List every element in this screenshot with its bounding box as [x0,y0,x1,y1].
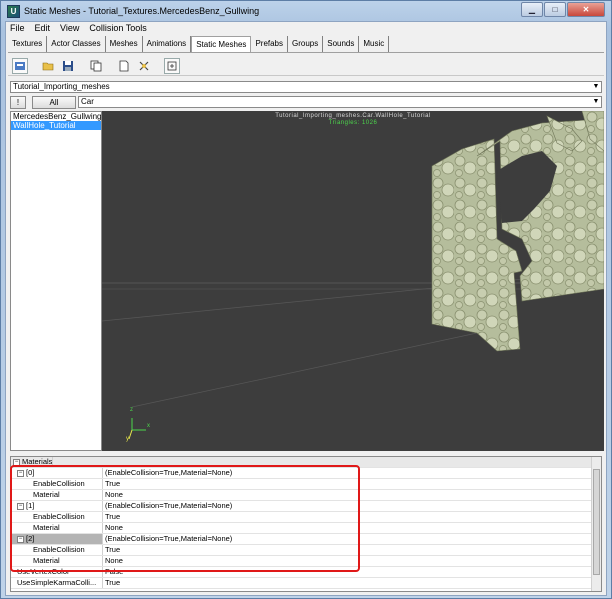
chevron-down-icon[interactable]: ▼ [591,82,601,92]
browser-tabs: Textures Actor Classes Meshes Animations… [8,36,604,53]
property-name: [2] [26,534,35,543]
mesh-list[interactable]: MercedesBenz_Gullwing WallHole_Tutorial [10,111,102,451]
mesh-viewport[interactable]: Tutorial_Importing_meshes.Car.WallHole_T… [102,111,604,451]
property-name: Materials [22,457,53,466]
property-name: EnableCollision [11,512,103,522]
filter-row: ! All Car ▼ [10,96,602,110]
property-value[interactable]: None [103,490,123,500]
table-row[interactable]: − [2] (EnableCollision=True,Material=None… [11,534,601,545]
table-row[interactable]: UseSimpleKarmaColli... True [11,578,601,589]
axis-z-label: z [130,407,133,413]
property-value[interactable]: (EnableCollision=True,Material=None) [103,468,232,478]
title-bar[interactable]: U Static Meshes - Tutorial_Textures.Merc… [1,1,611,22]
filter-input[interactable]: Car ▼ [78,96,602,108]
property-name: Material [11,490,103,500]
chevron-down-icon[interactable]: ▼ [591,97,601,107]
table-row[interactable]: Material None [11,556,601,567]
table-row[interactable]: EnableCollision True [11,512,601,523]
property-name: [0] [26,468,35,477]
property-name: UseVertexColor [11,567,103,577]
filter-bang-button[interactable]: ! [10,96,26,109]
tab-music[interactable]: Music [359,36,390,52]
list-item[interactable]: MercedesBenz_Gullwing [11,112,102,121]
close-icon[interactable]: ✕ [567,2,605,17]
property-name: Material [11,523,103,533]
tab-static-meshes[interactable]: Static Meshes [191,36,252,52]
tab-prefabs[interactable]: Prefabs [251,36,289,52]
window-title: Static Meshes - Tutorial_Textures.Merced… [24,6,260,16]
axis-y-label: y [126,436,129,442]
filter-all-button[interactable]: All [32,96,76,109]
collapse-icon[interactable]: − [13,458,20,466]
tab-animations[interactable]: Animations [143,36,192,52]
menu-bar: File Edit View Collision Tools [6,22,606,35]
app-icon: U [7,5,20,18]
menu-edit[interactable]: Edit [35,22,51,35]
property-value[interactable]: (EnableCollision=True,Material=None) [103,534,232,544]
axis-x-label: x [147,423,150,429]
minimize-icon[interactable]: ▁ [521,2,543,17]
tab-sounds[interactable]: Sounds [323,36,360,52]
tab-actor-classes[interactable]: Actor Classes [47,36,106,52]
table-row[interactable]: Material None [11,490,601,501]
save-icon[interactable] [60,58,76,74]
properties-scrollbar[interactable] [591,457,601,591]
tab-groups[interactable]: Groups [288,36,324,52]
table-row[interactable]: UseVertexColor False [11,567,601,578]
table-row[interactable]: EnableCollision True [11,545,601,556]
properties-grid[interactable]: − Materials − [0] (EnableCollision=True,Ma… [10,456,602,592]
property-value[interactable]: True [103,512,120,522]
tab-meshes[interactable]: Meshes [106,36,143,52]
scrollbar-thumb[interactable] [593,469,600,575]
new-icon[interactable] [116,58,132,74]
open-icon[interactable] [40,58,56,74]
property-name: EnableCollision [11,479,103,489]
property-value[interactable]: None [103,523,123,533]
package-select-value: Tutorial_Importing_meshes [13,82,110,91]
maximize-icon[interactable]: □ [544,2,566,17]
menu-file[interactable]: File [10,22,25,35]
table-row[interactable]: Material None [11,523,601,534]
property-value[interactable]: True [103,578,120,588]
collapse-icon[interactable]: − [17,502,24,510]
reload-icon[interactable] [164,57,180,74]
property-value[interactable]: None [103,556,123,566]
menu-collision-tools[interactable]: Collision Tools [89,22,146,35]
package-select[interactable]: Tutorial_Importing_meshes ▼ [10,81,602,93]
table-row[interactable]: EnableCollision True [11,479,601,490]
filter-input-value: Car [81,97,94,106]
viewport-triangle-count: Triangles: 1026 [328,120,378,126]
property-value[interactable]: False [103,567,123,577]
window-controls: ▁ □ ✕ [520,2,605,19]
collapse-icon[interactable]: − [17,469,24,477]
import-icon[interactable] [12,57,28,74]
client-area: File Edit View Collision Tools Textures … [5,21,607,596]
property-name: [1] [26,501,35,510]
main-window: U Static Meshes - Tutorial_Textures.Merc… [0,0,612,599]
table-row[interactable]: − [1] (EnableCollision=True,Material=None… [11,501,601,512]
collapse-icon[interactable]: − [17,535,24,543]
tab-textures[interactable]: Textures [8,36,48,52]
table-row[interactable]: − [0] (EnableCollision=True,Material=None… [11,468,601,479]
properties-icon[interactable] [136,58,152,74]
table-row[interactable]: − Materials [11,457,601,468]
property-value[interactable]: (EnableCollision=True,Material=None) [103,501,232,511]
menu-view[interactable]: View [60,22,79,35]
viewport-scene [102,111,604,440]
property-name: EnableCollision [11,545,103,555]
property-name: Material [11,556,103,566]
copy-icon[interactable] [88,58,104,74]
property-value[interactable]: True [103,545,120,555]
property-name: UseSimpleKarmaColli... [11,578,103,588]
toolbar [8,56,604,76]
property-value[interactable]: True [103,479,120,489]
viewport-caption: Tutorial_Importing_meshes.Car.WallHole_T… [275,113,431,119]
list-item[interactable]: WallHole_Tutorial [11,121,101,130]
